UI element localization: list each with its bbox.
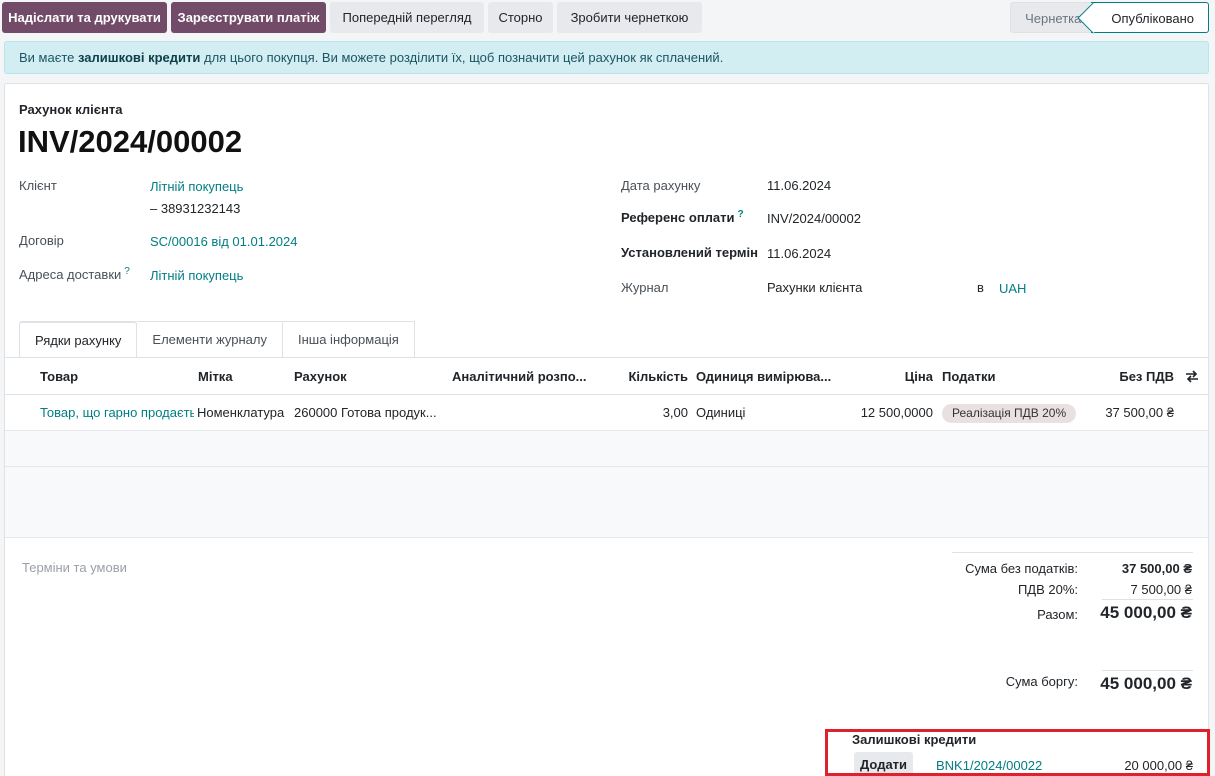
- alert-text-bold: залишкові кредити: [78, 50, 201, 65]
- contract-label: Договір: [19, 233, 64, 248]
- row-label[interactable]: Номенклатура: [197, 395, 291, 431]
- col-quantity[interactable]: Кількість: [605, 358, 688, 395]
- due-date-value[interactable]: 11.06.2024: [767, 246, 831, 261]
- tab-other-info[interactable]: Інша інформація: [283, 321, 415, 357]
- client-link[interactable]: Літній покупець: [150, 179, 243, 194]
- reverse-button[interactable]: Сторно: [488, 2, 553, 33]
- preview-button[interactable]: Попередній перегляд: [330, 2, 484, 33]
- table-row[interactable]: Товар, що гарно продаєтьс Номенклатура 2…: [5, 395, 1208, 431]
- send-print-button[interactable]: Надіслати та друкувати: [2, 2, 167, 33]
- total-value: 45 000,00 ₴: [1100, 603, 1192, 622]
- row-uom[interactable]: Одиниці: [696, 395, 745, 431]
- totals-divider: [952, 552, 1193, 553]
- payment-reference-value[interactable]: INV/2024/00002: [767, 211, 861, 226]
- col-price[interactable]: Ціна: [855, 358, 933, 395]
- status-posted-label: Опубліковано: [1111, 11, 1194, 26]
- col-taxes[interactable]: Податки: [942, 358, 995, 395]
- amount-due-divider: [1102, 670, 1193, 671]
- contract-link[interactable]: SC/00016 від 01.01.2024: [150, 234, 298, 249]
- amount-due-label: Сума боргу:: [1005, 674, 1078, 689]
- invoice-form-sheet: Рахунок клієнта INV/2024/00002 Клієнт Лі…: [4, 83, 1209, 776]
- col-uom[interactable]: Одиниця вимірюва...: [696, 358, 836, 395]
- client-phone: – 38931232143: [150, 201, 241, 216]
- col-product[interactable]: Товар: [40, 358, 78, 395]
- untaxed-amount-label: Сума без податків:: [965, 561, 1078, 576]
- alert-text-2: для цього покупця. Ви можете розділити ї…: [200, 50, 724, 65]
- document-type: Рахунок клієнта: [19, 102, 123, 117]
- outstanding-credits-alert: Ви маєте залишкові кредити для цього пок…: [4, 41, 1209, 74]
- client-label: Клієнт: [19, 178, 57, 193]
- col-subtotal[interactable]: Без ПДВ: [1085, 358, 1174, 395]
- journal-label: Журнал: [621, 280, 669, 295]
- notebook-tabs: Рядки рахунку Елементи журналу Інша інфо…: [19, 321, 415, 357]
- invoice-date-label: Дата рахунку: [621, 178, 701, 193]
- invoice-lines-header: Товар Мітка Рахунок Аналітичний розпо...…: [5, 358, 1208, 395]
- reset-to-draft-button[interactable]: Зробити чернеткою: [557, 2, 702, 33]
- delivery-address-link[interactable]: Літній покупець: [150, 268, 243, 283]
- row-subtotal: 37 500,00 ₴: [1105, 405, 1174, 420]
- row-account[interactable]: 260000 Готова продук...: [294, 395, 444, 431]
- tab-journal-items[interactable]: Елементи журналу: [137, 321, 283, 357]
- delivery-address-label-text: Адреса доставки: [19, 267, 122, 282]
- col-analytic[interactable]: Аналітичний розпо...: [452, 358, 592, 395]
- optional-columns-icon[interactable]: [1185, 370, 1199, 383]
- payment-reference-label-text: Референс оплати: [621, 210, 735, 225]
- empty-row: [5, 502, 1208, 538]
- register-payment-button[interactable]: Зареєструвати платіж: [171, 2, 326, 33]
- untaxed-amount-value: 37 500,00 ₴: [1121, 561, 1192, 576]
- currency-in-label: в: [977, 280, 984, 295]
- row-price[interactable]: 12 500,0000: [835, 395, 933, 431]
- status-bar: Чернетка Опубліковано: [1010, 2, 1209, 33]
- due-date-label: Установлений термін: [621, 245, 758, 260]
- amount-due-value: 45 000,00 ₴: [1100, 674, 1192, 693]
- highlight-box: [825, 729, 1210, 776]
- invoice-date-value[interactable]: 11.06.2024: [767, 178, 831, 193]
- col-account[interactable]: Рахунок: [294, 358, 347, 395]
- alert-text-1: Ви маєте: [19, 50, 78, 65]
- help-icon[interactable]: ?: [738, 209, 744, 220]
- vat-value: 7 500,00 ₴: [1130, 582, 1192, 597]
- col-label[interactable]: Мітка: [198, 358, 233, 395]
- total-label: Разом:: [1037, 607, 1078, 622]
- tab-invoice-lines[interactable]: Рядки рахунку: [19, 321, 138, 357]
- row-product[interactable]: Товар, що гарно продаєтьс: [40, 395, 194, 431]
- empty-row: [5, 467, 1208, 503]
- row-quantity[interactable]: 3,00: [605, 395, 688, 431]
- terms-conditions-field[interactable]: Терміни та умови: [22, 560, 127, 575]
- tax-tag[interactable]: Реалізація ПДВ 20%: [942, 404, 1077, 423]
- vat-label: ПДВ 20%:: [1017, 582, 1078, 597]
- action-toolbar: Надіслати та друкувати Зареєструвати пла…: [0, 0, 1215, 36]
- help-icon[interactable]: ?: [124, 266, 130, 277]
- payment-reference-label: Референс оплати?: [621, 209, 744, 225]
- invoice-number: INV/2024/00002: [18, 124, 243, 159]
- journal-value[interactable]: Рахунки клієнта: [767, 280, 862, 295]
- empty-row: [5, 431, 1208, 467]
- currency-link[interactable]: UAH: [999, 281, 1026, 296]
- delivery-address-label: Адреса доставки?: [19, 266, 130, 282]
- total-divider: [1102, 599, 1193, 600]
- status-posted[interactable]: Опубліковано: [1091, 2, 1209, 33]
